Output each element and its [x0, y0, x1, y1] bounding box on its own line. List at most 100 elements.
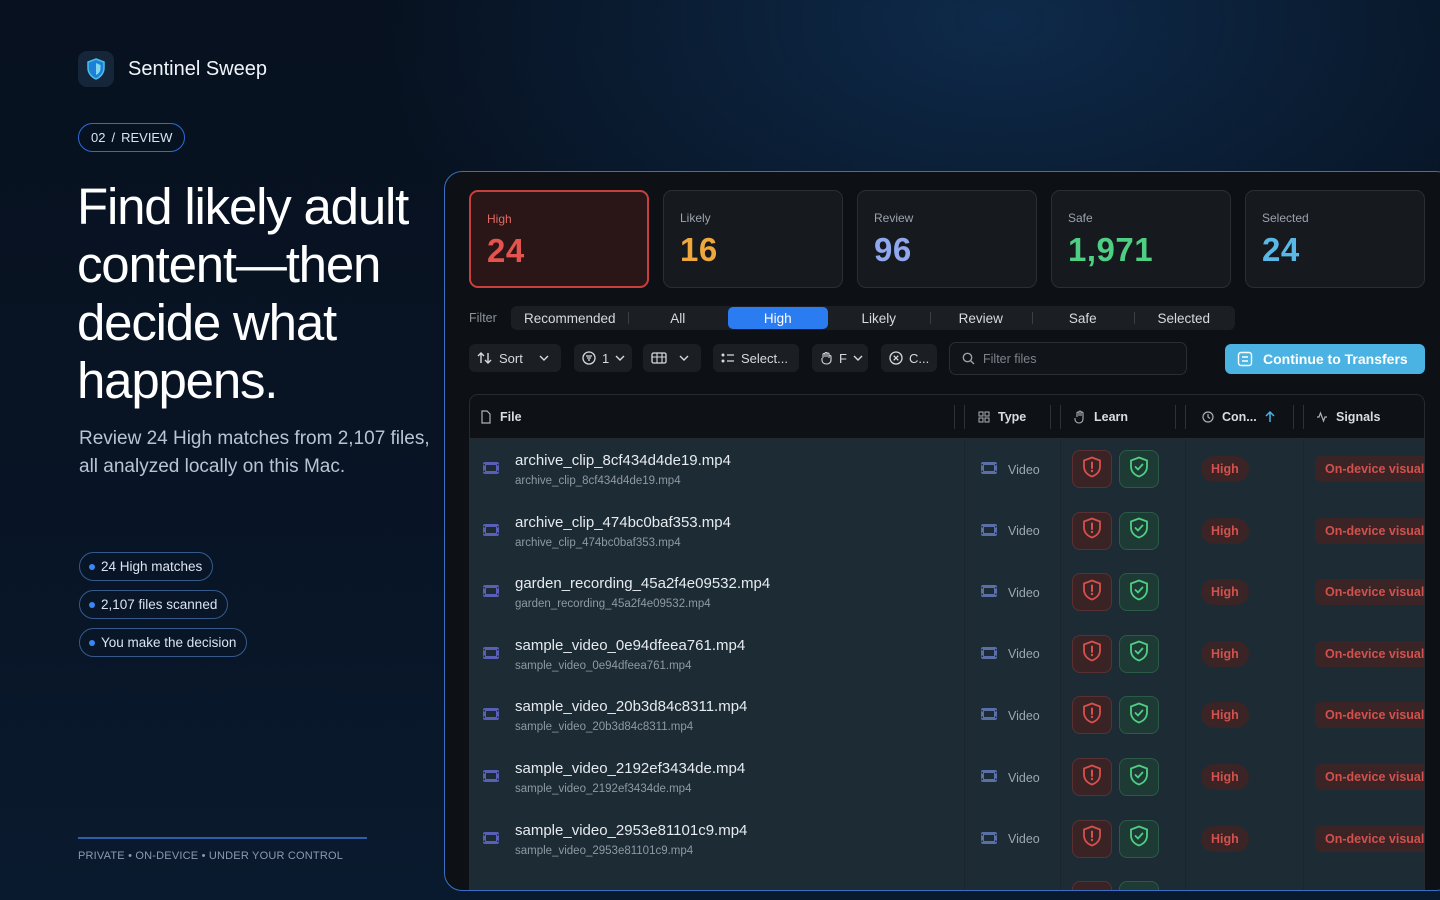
column-dropdown[interactable]: F: [812, 344, 868, 372]
mark-safe-button[interactable]: [1119, 573, 1159, 612]
type-label: Video: [1008, 770, 1040, 785]
stat-value: 24: [1262, 231, 1300, 268]
stat-value: 96: [874, 231, 912, 268]
filter-tab-all[interactable]: All: [627, 307, 728, 329]
column-header-learn[interactable]: Learn: [1074, 395, 1128, 439]
video-type-icon: [980, 523, 998, 540]
chip-high-matches: 24 High matches: [79, 552, 214, 581]
table-row[interactable]: sample_video_2953e81101c9.mp4 sample_vide…: [470, 809, 1424, 871]
signal-badge: On-device visual: [1315, 825, 1424, 852]
group-dropdown[interactable]: 1: [574, 344, 632, 372]
type-label: Video: [1008, 708, 1040, 723]
stat-card-review[interactable]: Review 96: [857, 190, 1037, 288]
chip-dot: [89, 563, 95, 570]
filter-tab-high[interactable]: High: [727, 307, 828, 329]
app-window: High 24 Likely 16 Review 96 Safe 1,971 S…: [444, 171, 1440, 891]
chip-you-decide: You make the decision: [79, 628, 248, 657]
mark-flagged-button[interactable]: [1072, 819, 1112, 858]
filter-tab-review[interactable]: Review: [929, 307, 1032, 329]
view-dropdown[interactable]: [643, 344, 701, 372]
file-icon: [481, 410, 491, 424]
mark-safe-button[interactable]: [1119, 696, 1159, 735]
video-file-icon: [482, 523, 500, 542]
table-row-partial: [470, 870, 1424, 890]
signal-badge: On-device visual: [1315, 702, 1424, 729]
mark-flagged-button[interactable]: [1072, 511, 1112, 550]
step-number: 02: [91, 130, 106, 145]
chip-files-scanned: 2,107 files scanned: [79, 590, 229, 619]
shield-alert-icon: [1082, 764, 1102, 791]
type-cell: Video: [980, 646, 1040, 663]
video-file-icon: [482, 707, 500, 726]
mark-safe-button[interactable]: [1119, 758, 1159, 796]
sort-dropdown[interactable]: Sort: [469, 344, 561, 372]
type-cell: Video: [980, 769, 1040, 786]
continue-label: Continue to Transfers: [1263, 351, 1408, 367]
column-header-file[interactable]: File: [480, 395, 522, 439]
signal-badge: On-device visual: [1315, 456, 1424, 482]
mark-flagged-button[interactable]: [1072, 758, 1112, 796]
mark-flagged-button[interactable]: [1072, 450, 1112, 488]
chevron-down-icon: [853, 355, 863, 361]
type-cell: Video: [980, 523, 1040, 540]
video-file-icon: [482, 769, 500, 788]
stat-card-high[interactable]: High 24: [469, 190, 649, 288]
shield-check-icon: [1129, 825, 1149, 852]
table-row[interactable]: archive_clip_8cf434d4de19.mp4 archive_cli…: [470, 439, 1424, 501]
grid-icon: [978, 411, 990, 423]
table-row[interactable]: archive_clip_474bc0baf353.mp4 archive_cli…: [470, 501, 1424, 563]
mark-safe-button[interactable]: [1119, 450, 1159, 488]
mark-safe-button[interactable]: [1119, 634, 1159, 673]
sort-ascending-icon: [1265, 411, 1275, 422]
filter-tab-safe[interactable]: Safe: [1031, 307, 1134, 329]
shield-alert-icon: [1082, 579, 1102, 606]
column-header-signals[interactable]: Signals: [1316, 395, 1380, 439]
video-type-icon: [980, 831, 998, 848]
continue-to-transfers-button[interactable]: Continue to Transfers: [1225, 344, 1425, 374]
stat-card-safe[interactable]: Safe 1,971: [1051, 190, 1231, 288]
column-header-label: Signals: [1336, 410, 1381, 424]
filter-tab-selected[interactable]: Selected: [1133, 307, 1234, 329]
stat-card-likely[interactable]: Likely 16: [663, 190, 843, 288]
clear-label: C...: [909, 350, 930, 366]
column-header-type[interactable]: Type: [978, 395, 1026, 439]
shield-alert-icon: [1082, 517, 1102, 544]
clear-button[interactable]: C...: [881, 344, 937, 372]
column-header-label: File: [500, 410, 522, 424]
stat-label: Review: [874, 211, 914, 225]
filter-files-placeholder: Filter files: [983, 351, 1037, 366]
column-header-confidence[interactable]: Con...: [1202, 395, 1275, 439]
mark-safe-button[interactable]: [1119, 511, 1159, 550]
file-path: sample_video_2953e81101c9.mp4: [515, 844, 694, 857]
filter-row: Filter Recommended All High Likely Revie…: [469, 306, 1235, 330]
footer-divider: [78, 837, 367, 839]
table-row[interactable]: sample_video_20b3d84c8311.mp4 sample_vide…: [470, 685, 1424, 747]
signal-badge: On-device visual: [1315, 517, 1424, 544]
shield-check-icon: [1129, 456, 1149, 483]
mark-flagged-button[interactable]: [1072, 573, 1112, 612]
sort-label: Sort: [499, 350, 523, 366]
table-row[interactable]: sample_video_2192ef3434de.mp4 sample_vide…: [470, 747, 1424, 809]
filter-tab-recommended[interactable]: Recommended: [512, 307, 628, 329]
step-indicator: 02 / REVIEW: [78, 123, 186, 152]
mark-safe-button[interactable]: [1119, 819, 1159, 858]
select-dropdown[interactable]: Select...: [713, 344, 799, 372]
stat-card-selected[interactable]: Selected 24: [1245, 190, 1425, 288]
mark-flagged-button: [1072, 881, 1112, 890]
table-row[interactable]: garden_recording_45a2f4e09532.mp4 garden_…: [470, 562, 1424, 624]
filter-tab-likely[interactable]: Likely: [828, 307, 930, 329]
chip-dot: [89, 639, 95, 646]
step-label: REVIEW: [121, 130, 173, 145]
table-row[interactable]: sample_video_0e94dfeea761.mp4 sample_vide…: [470, 624, 1424, 686]
mark-flagged-button[interactable]: [1072, 696, 1112, 735]
type-cell: Video: [980, 831, 1040, 848]
files-table: File Type Learn Con... Signals archive_c…: [469, 394, 1425, 890]
file-name: sample_video_0e94dfeea761.mp4: [515, 636, 746, 654]
file-path: archive_clip_474bc0baf353.mp4: [515, 536, 681, 549]
file-name: archive_clip_8cf434d4de19.mp4: [515, 452, 731, 469]
filter-files-input[interactable]: Filter files: [949, 342, 1187, 375]
group-label: 1: [602, 350, 610, 366]
mark-flagged-button[interactable]: [1072, 634, 1112, 673]
confidence-badge: High: [1201, 764, 1249, 790]
footer-tagline: PRIVATE • ON-DEVICE • UNDER YOUR CONTROL: [78, 850, 344, 862]
